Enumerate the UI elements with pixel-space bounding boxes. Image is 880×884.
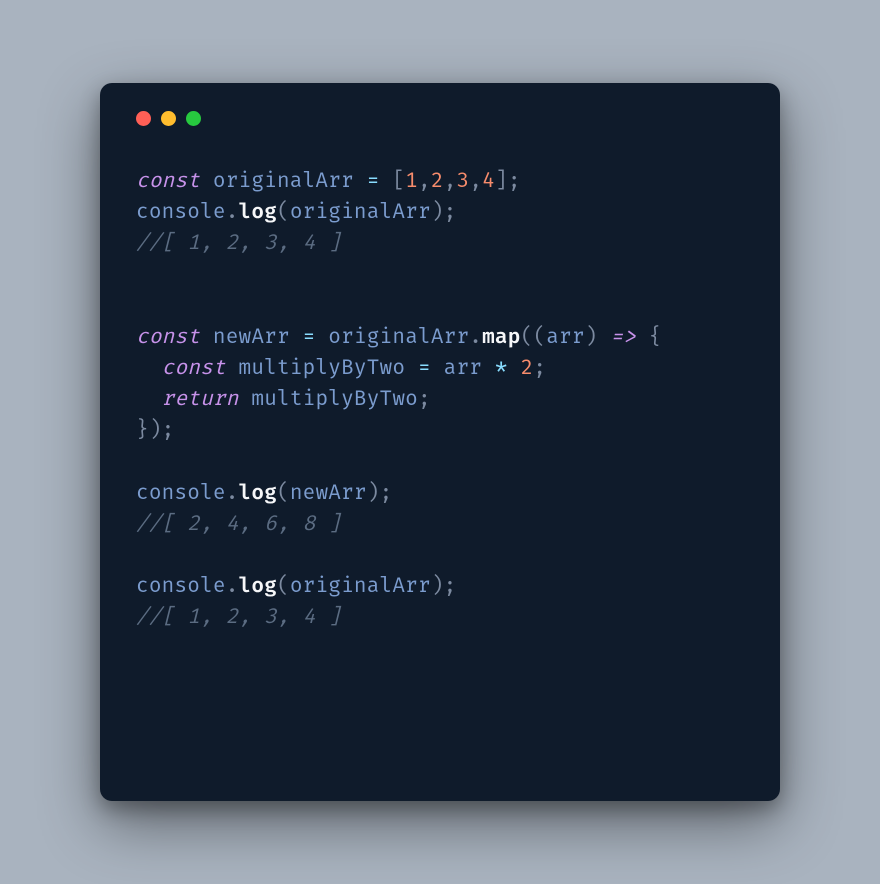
identifier: arr	[444, 356, 482, 381]
paren-open: (	[277, 200, 290, 225]
paren-close: )	[367, 481, 380, 506]
identifier: newArr	[213, 325, 290, 350]
paren-close: )	[149, 418, 162, 443]
operator-equals: =	[418, 356, 431, 381]
paren-open: (	[533, 325, 546, 350]
paren-open: (	[521, 325, 534, 350]
bracket-open: [	[392, 169, 405, 194]
param: arr	[546, 325, 584, 350]
semicolon: ;	[380, 481, 393, 506]
semicolon: ;	[508, 169, 521, 194]
code-window: const originalArr = [1,2,3,4]; console.l…	[100, 83, 780, 801]
code-line: const multiplyByTwo = arr * 2;	[136, 356, 546, 381]
method-log: log	[239, 574, 277, 599]
method-log: log	[239, 481, 277, 506]
identifier: originalArr	[290, 200, 431, 225]
identifier-console: console	[136, 574, 226, 599]
keyword-const: const	[136, 325, 200, 350]
dot: .	[226, 200, 239, 225]
keyword-const: const	[136, 169, 200, 194]
arrow: =>	[610, 325, 636, 350]
dot: .	[226, 574, 239, 599]
number-literal: 1	[405, 169, 418, 194]
code-line: //[ 2, 4, 6, 8 ]	[136, 512, 341, 537]
semicolon: ;	[418, 387, 431, 412]
operator-star: *	[495, 356, 508, 381]
bracket-close: ]	[495, 169, 508, 194]
comma: ,	[418, 169, 431, 194]
code-line: //[ 1, 2, 3, 4 ]	[136, 605, 341, 630]
number-literal: 4	[482, 169, 495, 194]
comment: //[ 1, 2, 3, 4 ]	[136, 605, 341, 630]
code-line: });	[136, 418, 174, 443]
identifier-console: console	[136, 200, 226, 225]
operator-equals: =	[367, 169, 380, 194]
identifier-console: console	[136, 481, 226, 506]
code-line: console.log(originalArr);	[136, 574, 456, 599]
code-line: //[ 1, 2, 3, 4 ]	[136, 231, 341, 256]
close-icon[interactable]	[136, 111, 151, 126]
paren-open: (	[277, 481, 290, 506]
comment: //[ 2, 4, 6, 8 ]	[136, 512, 341, 537]
semicolon: ;	[444, 574, 457, 599]
brace-open: {	[649, 325, 662, 350]
identifier: originalArr	[290, 574, 431, 599]
brace-close: }	[136, 418, 149, 443]
identifier: multiplyByTwo	[239, 356, 406, 381]
maximize-icon[interactable]	[186, 111, 201, 126]
code-line: return multiplyByTwo;	[136, 387, 431, 412]
dot: .	[226, 481, 239, 506]
code-line: console.log(originalArr);	[136, 200, 456, 225]
keyword-const: const	[162, 356, 226, 381]
paren-close: )	[585, 325, 598, 350]
code-line: console.log(newArr);	[136, 481, 392, 506]
number-literal: 2	[521, 356, 534, 381]
comma: ,	[469, 169, 482, 194]
identifier: multiplyByTwo	[251, 387, 418, 412]
semicolon: ;	[444, 200, 457, 225]
semicolon: ;	[162, 418, 175, 443]
traffic-lights	[136, 111, 744, 126]
keyword-return: return	[162, 387, 239, 412]
paren-open: (	[277, 574, 290, 599]
operator-equals: =	[303, 325, 316, 350]
minimize-icon[interactable]	[161, 111, 176, 126]
dot: .	[469, 325, 482, 350]
paren-close: )	[431, 574, 444, 599]
code-line: const newArr = originalArr.map((arr) => …	[136, 325, 662, 350]
code-line: const originalArr = [1,2,3,4];	[136, 169, 521, 194]
number-literal: 2	[431, 169, 444, 194]
comment: //[ 1, 2, 3, 4 ]	[136, 231, 341, 256]
comma: ,	[444, 169, 457, 194]
identifier: originalArr	[213, 169, 354, 194]
method-map: map	[482, 325, 520, 350]
semicolon: ;	[533, 356, 546, 381]
paren-close: )	[431, 200, 444, 225]
identifier: newArr	[290, 481, 367, 506]
number-literal: 3	[457, 169, 470, 194]
code-block: const originalArr = [1,2,3,4]; console.l…	[136, 166, 744, 633]
method-log: log	[239, 200, 277, 225]
identifier: originalArr	[328, 325, 469, 350]
